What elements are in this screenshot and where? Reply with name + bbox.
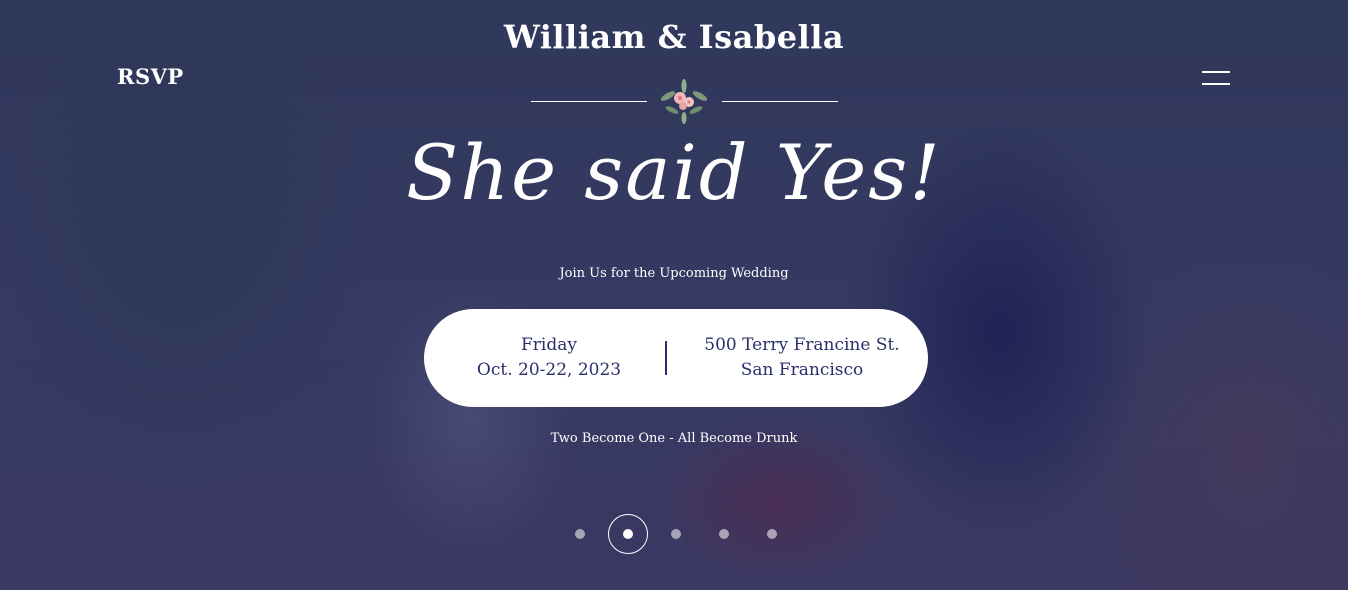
- divider-right: [722, 101, 838, 102]
- slider-dot-1[interactable]: [575, 529, 585, 539]
- event-date: Oct. 20-22, 2023: [476, 360, 622, 380]
- menu-line-top: [1202, 71, 1230, 73]
- divider-left: [531, 101, 647, 102]
- slider-dot-4[interactable]: [719, 529, 729, 539]
- headline: She said Yes!: [406, 128, 942, 217]
- rsvp-link[interactable]: RSVP: [117, 64, 184, 89]
- event-day: Friday: [521, 335, 577, 355]
- tagline: Two Become One - All Become Drunk: [550, 431, 798, 446]
- slider-dot-5[interactable]: [767, 529, 777, 539]
- invite-text: Join Us for the Upcoming Wedding: [559, 266, 789, 281]
- card-separator: [665, 341, 667, 375]
- event-info-card: Friday Oct. 20-22, 2023 500 Terry Franci…: [424, 309, 928, 407]
- slider-dot-2-active[interactable]: [608, 514, 648, 554]
- slider-dot-3[interactable]: [671, 529, 681, 539]
- slider-pagination: [568, 514, 788, 554]
- hamburger-menu-icon[interactable]: [1200, 68, 1232, 88]
- menu-line-bottom: [1202, 83, 1230, 85]
- floral-ornament-icon: [660, 79, 708, 124]
- couple-names: William & Isabella: [503, 18, 845, 56]
- event-address: 500 Terry Francine St. San Francisco: [704, 335, 900, 380]
- event-date-block: Friday Oct. 20-22, 2023: [454, 333, 644, 383]
